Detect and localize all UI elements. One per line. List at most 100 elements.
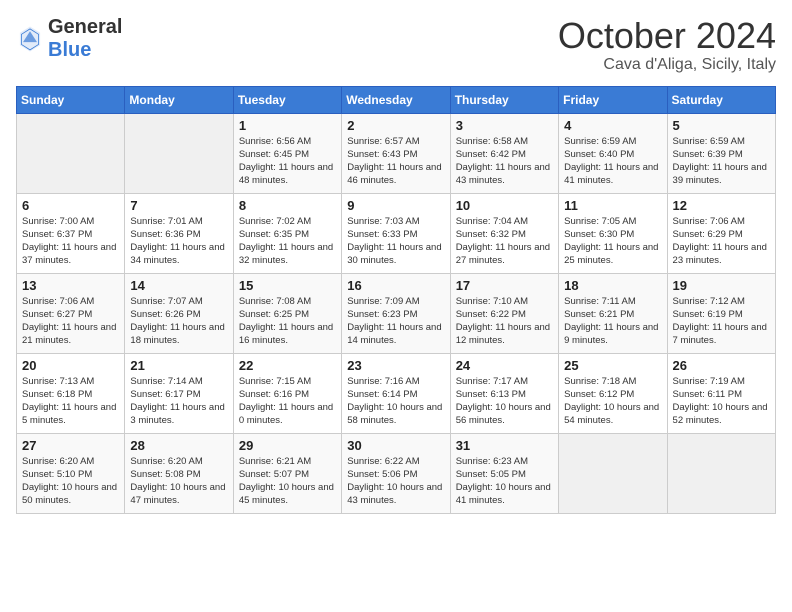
day-number: 12: [673, 198, 770, 213]
day-detail: Sunrise: 7:06 AMSunset: 6:27 PMDaylight:…: [22, 295, 119, 348]
logo: General Blue: [16, 16, 122, 62]
day-number: 16: [347, 278, 444, 293]
calendar-cell: 2Sunrise: 6:57 AMSunset: 6:43 PMDaylight…: [342, 113, 450, 193]
day-number: 6: [22, 198, 119, 213]
calendar-cell: 13Sunrise: 7:06 AMSunset: 6:27 PMDayligh…: [17, 273, 125, 353]
day-number: 3: [456, 118, 553, 133]
day-detail: Sunrise: 6:20 AMSunset: 5:08 PMDaylight:…: [130, 455, 227, 508]
day-number: 27: [22, 438, 119, 453]
day-detail: Sunrise: 6:59 AMSunset: 6:39 PMDaylight:…: [673, 135, 770, 188]
day-detail: Sunrise: 6:23 AMSunset: 5:05 PMDaylight:…: [456, 455, 553, 508]
day-number: 7: [130, 198, 227, 213]
day-detail: Sunrise: 7:13 AMSunset: 6:18 PMDaylight:…: [22, 375, 119, 428]
calendar-cell: 19 Sunrise: 7:12 AMSunset: 6:19 PMDayligh…: [667, 273, 775, 353]
calendar-cell: 29Sunrise: 6:21 AMSunset: 5:07 PMDayligh…: [233, 433, 341, 513]
calendar-cell: 25Sunrise: 7:18 AMSunset: 6:12 PMDayligh…: [559, 353, 667, 433]
calendar-cell: 16 Sunrise: 7:09 AMSunset: 6:23 PMDayligh…: [342, 273, 450, 353]
location-title: Cava d'Aliga, Sicily, Italy: [558, 56, 776, 74]
day-detail: Sunrise: 7:17 AMSunset: 6:13 PMDaylight:…: [456, 375, 553, 428]
day-detail: Sunrise: 6:56 AMSunset: 6:45 PMDaylight:…: [239, 135, 336, 188]
header-tuesday: Tuesday: [233, 86, 341, 113]
day-number: 15: [239, 278, 336, 293]
day-number: 9: [347, 198, 444, 213]
calendar-cell: 30 Sunrise: 6:22 AMSunset: 5:06 PMDayligh…: [342, 433, 450, 513]
day-number: 20: [22, 358, 119, 373]
day-detail: Sunrise: 7:14 AMSunset: 6:17 PMDaylight:…: [130, 375, 227, 428]
calendar-cell: 23Sunrise: 7:16 AMSunset: 6:14 PMDayligh…: [342, 353, 450, 433]
calendar-cell: 6 Sunrise: 7:00 AMSunset: 6:37 PMDaylight…: [17, 193, 125, 273]
calendar-header: SundayMondayTuesdayWednesdayThursdayFrid…: [17, 86, 776, 113]
header-wednesday: Wednesday: [342, 86, 450, 113]
day-detail: Sunrise: 7:12 AMSunset: 6:19 PMDaylight:…: [673, 295, 770, 348]
calendar-cell: 14 Sunrise: 7:07 AMSunset: 6:26 PMDayligh…: [125, 273, 233, 353]
week-row-2: 13Sunrise: 7:06 AMSunset: 6:27 PMDayligh…: [17, 273, 776, 353]
day-number: 24: [456, 358, 553, 373]
day-number: 11: [564, 198, 661, 213]
header-friday: Friday: [559, 86, 667, 113]
calendar-cell: 4Sunrise: 6:59 AMSunset: 6:40 PMDaylight…: [559, 113, 667, 193]
day-detail: Sunrise: 7:15 AMSunset: 6:16 PMDaylight:…: [239, 375, 336, 428]
day-detail: Sunrise: 6:20 AMSunset: 5:10 PMDaylight:…: [22, 455, 119, 508]
calendar-cell: 18 Sunrise: 7:11 AMSunset: 6:21 PMDayligh…: [559, 273, 667, 353]
day-detail: Sunrise: 6:21 AMSunset: 5:07 PMDaylight:…: [239, 455, 336, 508]
day-number: 17: [456, 278, 553, 293]
day-detail: Sunrise: 6:59 AMSunset: 6:40 PMDaylight:…: [564, 135, 661, 188]
logo-icon: [16, 25, 44, 53]
calendar-cell: 31 Sunrise: 6:23 AMSunset: 5:05 PMDayligh…: [450, 433, 558, 513]
calendar-cell: 27 Sunrise: 6:20 AMSunset: 5:10 PMDayligh…: [17, 433, 125, 513]
calendar-cell: [17, 113, 125, 193]
day-number: 21: [130, 358, 227, 373]
calendar-table: SundayMondayTuesdayWednesdayThursdayFrid…: [16, 86, 776, 514]
day-detail: Sunrise: 7:02 AMSunset: 6:35 PMDaylight:…: [239, 215, 336, 268]
day-detail: Sunrise: 7:10 AMSunset: 6:22 PMDaylight:…: [456, 295, 553, 348]
day-detail: Sunrise: 7:19 AMSunset: 6:11 PMDaylight:…: [673, 375, 770, 428]
day-detail: Sunrise: 7:03 AMSunset: 6:33 PMDaylight:…: [347, 215, 444, 268]
calendar-cell: 22 Sunrise: 7:15 AMSunset: 6:16 PMDayligh…: [233, 353, 341, 433]
day-number: 31: [456, 438, 553, 453]
calendar-cell: 11 Sunrise: 7:05 AMSunset: 6:30 PMDayligh…: [559, 193, 667, 273]
calendar-cell: 12Sunrise: 7:06 AMSunset: 6:29 PMDayligh…: [667, 193, 775, 273]
header-sunday: Sunday: [17, 86, 125, 113]
title-block: October 2024 Cava d'Aliga, Sicily, Italy: [558, 16, 776, 74]
day-detail: Sunrise: 7:07 AMSunset: 6:26 PMDaylight:…: [130, 295, 227, 348]
calendar-cell: 10 Sunrise: 7:04 AMSunset: 6:32 PMDayligh…: [450, 193, 558, 273]
day-number: 22: [239, 358, 336, 373]
calendar-cell: 15 Sunrise: 7:08 AMSunset: 6:25 PMDayligh…: [233, 273, 341, 353]
day-number: 18: [564, 278, 661, 293]
day-detail: Sunrise: 7:05 AMSunset: 6:30 PMDaylight:…: [564, 215, 661, 268]
calendar-cell: 8Sunrise: 7:02 AMSunset: 6:35 PMDaylight…: [233, 193, 341, 273]
day-number: 14: [130, 278, 227, 293]
month-title: October 2024: [558, 16, 776, 56]
calendar-cell: 3Sunrise: 6:58 AMSunset: 6:42 PMDaylight…: [450, 113, 558, 193]
page-header: General Blue October 2024 Cava d'Aliga, …: [16, 16, 776, 74]
day-detail: Sunrise: 7:11 AMSunset: 6:21 PMDaylight:…: [564, 295, 661, 348]
header-row: SundayMondayTuesdayWednesdayThursdayFrid…: [17, 86, 776, 113]
week-row-4: 27 Sunrise: 6:20 AMSunset: 5:10 PMDayligh…: [17, 433, 776, 513]
header-monday: Monday: [125, 86, 233, 113]
day-detail: Sunrise: 6:22 AMSunset: 5:06 PMDaylight:…: [347, 455, 444, 508]
calendar-cell: 28 Sunrise: 6:20 AMSunset: 5:08 PMDayligh…: [125, 433, 233, 513]
day-number: 30: [347, 438, 444, 453]
day-number: 5: [673, 118, 770, 133]
calendar-cell: 5 Sunrise: 6:59 AMSunset: 6:39 PMDaylight…: [667, 113, 775, 193]
day-number: 1: [239, 118, 336, 133]
day-detail: Sunrise: 7:16 AMSunset: 6:14 PMDaylight:…: [347, 375, 444, 428]
day-number: 10: [456, 198, 553, 213]
day-detail: Sunrise: 7:00 AMSunset: 6:37 PMDaylight:…: [22, 215, 119, 268]
calendar-cell: 17 Sunrise: 7:10 AMSunset: 6:22 PMDayligh…: [450, 273, 558, 353]
day-number: 28: [130, 438, 227, 453]
calendar-cell: 20 Sunrise: 7:13 AMSunset: 6:18 PMDayligh…: [17, 353, 125, 433]
week-row-1: 6 Sunrise: 7:00 AMSunset: 6:37 PMDaylight…: [17, 193, 776, 273]
calendar-body: 1 Sunrise: 6:56 AMSunset: 6:45 PMDaylight…: [17, 113, 776, 513]
day-number: 26: [673, 358, 770, 373]
calendar-cell: [559, 433, 667, 513]
day-number: 19: [673, 278, 770, 293]
calendar-cell: [667, 433, 775, 513]
header-thursday: Thursday: [450, 86, 558, 113]
day-detail: Sunrise: 7:04 AMSunset: 6:32 PMDaylight:…: [456, 215, 553, 268]
logo-text: General Blue: [48, 16, 122, 62]
day-number: 25: [564, 358, 661, 373]
day-detail: Sunrise: 7:08 AMSunset: 6:25 PMDaylight:…: [239, 295, 336, 348]
calendar-cell: 9 Sunrise: 7:03 AMSunset: 6:33 PMDaylight…: [342, 193, 450, 273]
day-detail: Sunrise: 7:09 AMSunset: 6:23 PMDaylight:…: [347, 295, 444, 348]
